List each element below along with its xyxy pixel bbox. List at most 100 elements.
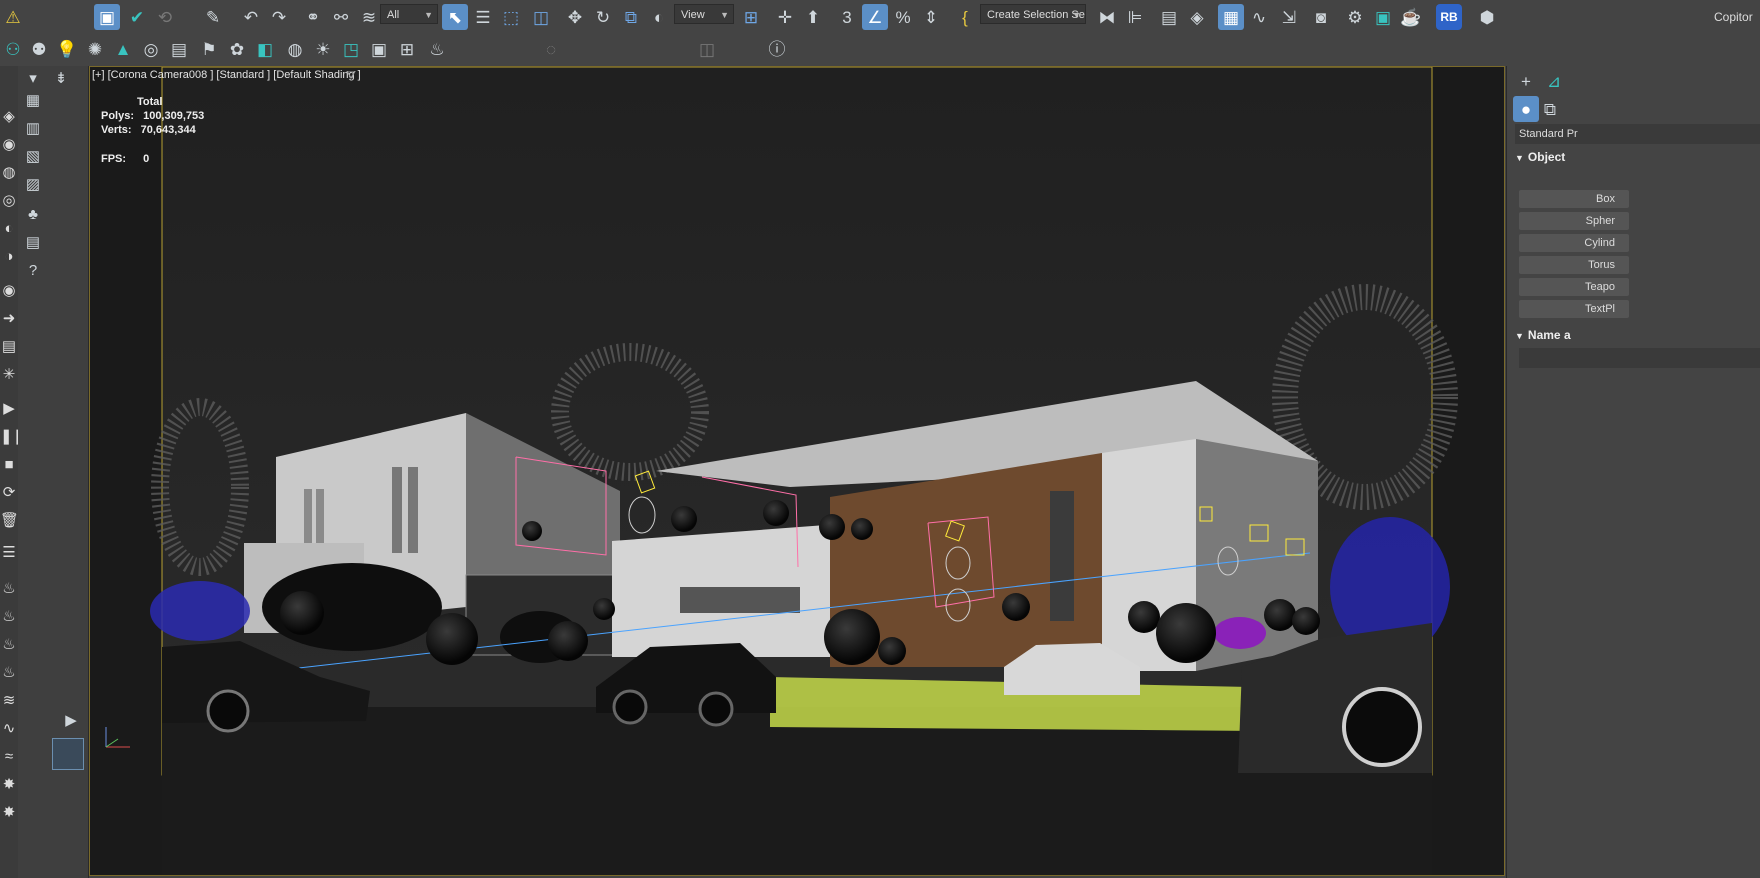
warning-icon[interactable]: ⚠ xyxy=(0,4,26,30)
viewport-thumbnail[interactable] xyxy=(52,738,84,770)
fluid-icon[interactable]: ♨ xyxy=(0,662,18,684)
globe-icon[interactable]: ◉ xyxy=(0,280,18,302)
geometry-icon[interactable]: ● xyxy=(1513,96,1539,122)
plane-icon[interactable]: ◑ xyxy=(0,246,18,268)
reference-coordinate-dropdown[interactable]: View ▼ xyxy=(674,4,734,24)
corona-light-icon[interactable]: ☀ xyxy=(310,36,336,62)
flame-icon[interactable]: ♨ xyxy=(0,606,18,628)
scene-tools-icon[interactable]: ⚇ xyxy=(0,36,26,62)
ocean-icon[interactable]: ≋ xyxy=(0,690,18,712)
camera-tools-icon[interactable]: ⚉ xyxy=(26,36,52,62)
rb-plugin-badge[interactable]: RB xyxy=(1436,4,1462,30)
layer-explorer-icon[interactable]: ◈ xyxy=(1184,4,1210,30)
torus-button[interactable]: Torus xyxy=(1519,256,1629,274)
box-icon[interactable]: ◈ xyxy=(0,106,18,128)
teapot-button[interactable]: Teapo xyxy=(1519,278,1629,296)
category-dropdown[interactable]: Standard Pr xyxy=(1515,124,1760,144)
refresh-icon[interactable]: ⟳ xyxy=(0,482,18,504)
curve-editor-icon[interactable]: ∿ xyxy=(1246,4,1272,30)
redo-icon[interactable]: ↷ xyxy=(266,4,292,30)
edit-named-selection-icon[interactable]: { xyxy=(952,4,978,30)
trash-icon[interactable]: 🗑 xyxy=(0,510,19,532)
shapes-icon[interactable]: ⧉ xyxy=(1537,96,1563,122)
filter-icon[interactable]: ⛛ xyxy=(346,68,356,83)
scale-icon[interactable]: ⧉ xyxy=(618,4,644,30)
layer-move-icon[interactable]: ▨ xyxy=(22,174,44,196)
corona-proxy-icon[interactable]: ⚑ xyxy=(196,36,222,62)
move-icon[interactable]: ✥ xyxy=(562,4,588,30)
select-by-name-icon[interactable]: ☰ xyxy=(470,4,496,30)
pause-icon[interactable]: ❚❚ xyxy=(0,426,25,448)
smoke-icon[interactable]: ♨ xyxy=(0,634,18,656)
sphere-button[interactable]: Spher xyxy=(1519,212,1629,230)
burst-icon[interactable]: ✳ xyxy=(0,364,18,386)
schematic-view-icon[interactable]: ⇲ xyxy=(1276,4,1302,30)
create-tab-icon[interactable]: + xyxy=(1513,68,1539,94)
play-icon[interactable]: ▶ xyxy=(0,398,18,420)
named-selection-dropdown[interactable]: Create Selection Se ▼ xyxy=(980,4,1086,24)
explosion-icon[interactable]: ✸ xyxy=(0,802,18,824)
corona-interactive-icon[interactable]: ⊞ xyxy=(394,36,420,62)
scene-explorer-icon[interactable]: ▤ xyxy=(1156,4,1182,30)
placement-icon[interactable]: ◐ xyxy=(646,4,672,30)
name-field[interactable] xyxy=(1519,348,1760,368)
snaps-toggle-icon[interactable]: 3 xyxy=(834,4,860,30)
panel-dropdown-icon[interactable]: ▾ xyxy=(22,68,44,90)
corona-teapot-icon[interactable]: ♨ xyxy=(424,36,450,62)
material-editor-icon[interactable]: ◙ xyxy=(1308,4,1334,30)
rotate-icon[interactable]: ↻ xyxy=(590,4,616,30)
brush-icon[interactable]: ✎ xyxy=(200,4,226,30)
selection-filter-dropdown[interactable]: All ▼ xyxy=(380,4,438,24)
sphere-icon[interactable]: ◉ xyxy=(0,134,18,156)
save-icon[interactable]: ▣ xyxy=(94,4,120,30)
object-type-header[interactable]: ▼ Object xyxy=(1515,150,1565,164)
expand-right-icon[interactable]: ▶ xyxy=(60,710,82,732)
link-icon[interactable]: ⚭ xyxy=(300,4,326,30)
cylinder-icon[interactable]: ◍ xyxy=(0,162,18,184)
layer-select-icon[interactable]: ▧ xyxy=(22,146,44,168)
corona-scatter-icon[interactable]: ✿ xyxy=(224,36,250,62)
pivot-center-icon[interactable]: ⊞ xyxy=(738,4,764,30)
render-teapot-icon[interactable]: ☕ xyxy=(1398,4,1424,30)
render-setup-icon[interactable]: ⚙ xyxy=(1342,4,1368,30)
rendered-frame-window-icon[interactable]: ▣ xyxy=(1370,4,1396,30)
align-icon[interactable]: ⊫ xyxy=(1122,4,1148,30)
particle-icon[interactable]: ✸ xyxy=(0,774,18,796)
sun-icon[interactable]: ✺ xyxy=(82,36,108,62)
spinner-snap-icon[interactable]: ⇕ xyxy=(918,4,944,30)
mirror-icon[interactable]: ⧓ xyxy=(1094,4,1120,30)
panel-collapse-icon[interactable]: ⇟ xyxy=(50,68,72,90)
help-circle-icon[interactable]: ? xyxy=(22,260,44,282)
forest-icon[interactable]: ♣ xyxy=(22,204,44,226)
fire-icon[interactable]: ♨ xyxy=(0,578,18,600)
torus-icon[interactable]: ◎ xyxy=(0,190,18,212)
undo-icon[interactable]: ↶ xyxy=(238,4,264,30)
window-crossing-icon[interactable]: ◫ xyxy=(528,4,554,30)
bind-spacewarp-icon[interactable]: ≋ xyxy=(356,4,382,30)
percent-snap-icon[interactable]: % xyxy=(890,4,916,30)
check-icon[interactable]: ✔ xyxy=(124,4,150,30)
stop-icon[interactable]: ■ xyxy=(0,454,18,476)
ribbon-toggle-icon[interactable]: ▦ xyxy=(1218,4,1244,30)
cylinder-button[interactable]: Cylind xyxy=(1519,234,1629,252)
copilot-label[interactable]: Copitor xyxy=(1714,10,1753,24)
help-icon[interactable]: ⓘ xyxy=(764,36,790,62)
layer-add-icon[interactable]: ▦ xyxy=(22,90,44,112)
arrow-icon[interactable]: ➜ xyxy=(0,308,18,330)
light-bulb-icon[interactable]: 💡 xyxy=(54,36,80,62)
angle-snap-icon[interactable]: ∠ xyxy=(862,4,888,30)
plugin-hexagon-icon[interactable]: ⬢ xyxy=(1474,4,1500,30)
corona-cube-icon[interactable]: ◧ xyxy=(252,36,278,62)
corona-converter-icon[interactable]: ▤ xyxy=(166,36,192,62)
grid-icon[interactable]: ▤ xyxy=(0,336,18,358)
manipulate-icon[interactable]: ✛ xyxy=(772,4,798,30)
name-color-header[interactable]: ▼ Name a xyxy=(1515,328,1571,342)
scene-list-icon[interactable]: ▤ xyxy=(22,232,44,254)
viewport-label[interactable]: [+] [Corona Camera008 ] [Standard ] [Def… xyxy=(92,69,361,81)
teapot-icon[interactable]: ◐ xyxy=(0,218,18,240)
layer-icon[interactable]: ▥ xyxy=(22,118,44,140)
keyboard-shortcut-icon[interactable]: ⬆ xyxy=(800,4,826,30)
unlink-icon[interactable]: ⚯ xyxy=(328,4,354,30)
box-button[interactable]: Box xyxy=(1519,190,1629,208)
rectangular-selection-icon[interactable]: ⬚ xyxy=(498,4,524,30)
